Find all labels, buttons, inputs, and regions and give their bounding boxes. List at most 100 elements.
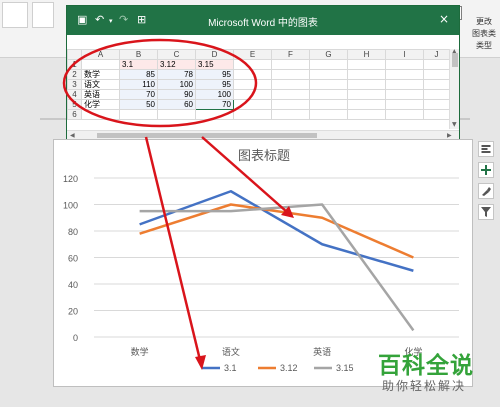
cell[interactable] bbox=[233, 89, 272, 100]
cell[interactable]: 50 bbox=[119, 99, 158, 110]
scroll-down-icon[interactable]: ▼ bbox=[452, 121, 457, 128]
cell[interactable] bbox=[385, 99, 424, 110]
excel-titlebar[interactable]: ▣ ↶ ▾ ↷ ⊞ Microsoft Word 中的图表 × bbox=[67, 6, 459, 35]
cell[interactable] bbox=[423, 79, 450, 90]
cell[interactable]: 3.12 bbox=[157, 59, 196, 70]
cell[interactable] bbox=[385, 59, 424, 70]
cell[interactable] bbox=[347, 99, 386, 110]
series-line-2[interactable] bbox=[139, 203, 415, 332]
cell[interactable] bbox=[309, 89, 348, 100]
cell[interactable] bbox=[81, 59, 120, 70]
scroll-thumb[interactable] bbox=[97, 133, 317, 138]
scroll-thumb[interactable] bbox=[452, 53, 458, 67]
chart-style-thumbnail[interactable] bbox=[2, 2, 28, 28]
cell[interactable] bbox=[119, 109, 158, 120]
cell[interactable] bbox=[271, 89, 310, 100]
cell[interactable] bbox=[309, 69, 348, 80]
cell[interactable] bbox=[309, 109, 348, 120]
select-all-corner[interactable] bbox=[67, 49, 82, 60]
cell[interactable] bbox=[271, 79, 310, 90]
chart-styles-icon[interactable] bbox=[478, 183, 494, 199]
row-header[interactable]: 4 bbox=[67, 89, 82, 100]
cell[interactable]: 95 bbox=[195, 69, 234, 80]
cell[interactable]: 100 bbox=[195, 89, 234, 100]
scroll-right-icon[interactable]: ▶ bbox=[447, 132, 452, 139]
cell[interactable]: 85 bbox=[119, 69, 158, 80]
cell[interactable]: 语文 bbox=[81, 79, 120, 90]
cell[interactable]: 70 bbox=[195, 99, 234, 110]
legend-label[interactable]: 3.12 bbox=[280, 363, 298, 373]
cell[interactable] bbox=[347, 89, 386, 100]
chart-elements-icon[interactable] bbox=[478, 162, 494, 178]
cell[interactable] bbox=[347, 59, 386, 70]
horizontal-scrollbar[interactable]: ◀ ▶ bbox=[67, 130, 459, 139]
cell[interactable]: 3.15 bbox=[195, 59, 234, 70]
column-header[interactable]: D bbox=[195, 49, 234, 60]
column-header[interactable]: B bbox=[119, 49, 158, 60]
cell[interactable]: 100 bbox=[157, 79, 196, 90]
cell[interactable] bbox=[233, 69, 272, 80]
cell[interactable] bbox=[385, 79, 424, 90]
cell[interactable] bbox=[347, 69, 386, 80]
cell[interactable]: 60 bbox=[157, 99, 196, 110]
cell[interactable] bbox=[423, 109, 450, 120]
row-header[interactable]: 5 bbox=[67, 99, 82, 110]
column-header[interactable]: E bbox=[233, 49, 272, 60]
chart-style-thumbnail[interactable] bbox=[32, 2, 54, 28]
column-header[interactable]: H bbox=[347, 49, 386, 60]
cell[interactable] bbox=[233, 59, 272, 70]
cell[interactable]: 3.1 bbox=[119, 59, 158, 70]
cell[interactable] bbox=[233, 109, 272, 120]
column-header[interactable]: F bbox=[271, 49, 310, 60]
cell[interactable] bbox=[233, 99, 272, 110]
cell[interactable] bbox=[347, 109, 386, 120]
cell[interactable] bbox=[423, 99, 450, 110]
column-header[interactable]: C bbox=[157, 49, 196, 60]
cell[interactable] bbox=[195, 109, 234, 120]
cell[interactable] bbox=[157, 109, 196, 120]
cell[interactable] bbox=[423, 69, 450, 80]
cell[interactable] bbox=[423, 59, 450, 70]
cell[interactable]: 110 bbox=[119, 79, 158, 90]
close-icon[interactable]: × bbox=[439, 12, 449, 26]
row-header[interactable]: 3 bbox=[67, 79, 82, 90]
excel-data-window[interactable]: ▣ ↶ ▾ ↷ ⊞ Microsoft Word 中的图表 × ABCDEFGH… bbox=[66, 5, 460, 139]
vertical-scrollbar[interactable]: ▲ ▼ bbox=[449, 48, 459, 129]
cell[interactable] bbox=[271, 59, 310, 70]
column-header[interactable]: J bbox=[423, 49, 450, 60]
cell[interactable]: 化学 bbox=[81, 99, 120, 110]
cell[interactable]: 78 bbox=[157, 69, 196, 80]
cell[interactable] bbox=[385, 69, 424, 80]
cell[interactable] bbox=[233, 79, 272, 90]
cell[interactable]: 90 bbox=[157, 89, 196, 100]
column-header[interactable]: I bbox=[385, 49, 424, 60]
legend-label[interactable]: 3.1 bbox=[224, 363, 237, 373]
cell[interactable] bbox=[81, 109, 120, 120]
cell[interactable] bbox=[309, 59, 348, 70]
column-header[interactable]: A bbox=[81, 49, 120, 60]
cell[interactable] bbox=[385, 89, 424, 100]
scroll-left-icon[interactable]: ◀ bbox=[70, 132, 75, 139]
spreadsheet-grid[interactable]: A B C D E F G H I J 1 3.1 3.12 3.15 2 数学 85 78 95 3 语文 110 100… bbox=[67, 49, 455, 120]
row-header[interactable]: 6 bbox=[67, 109, 82, 120]
cell[interactable]: 数学 bbox=[81, 69, 120, 80]
legend[interactable]: 3.1 3.12 3.15 bbox=[202, 363, 354, 373]
column-header[interactable]: G bbox=[309, 49, 348, 60]
legend-label[interactable]: 3.15 bbox=[336, 363, 354, 373]
cell[interactable] bbox=[347, 79, 386, 90]
cell[interactable]: 95 bbox=[195, 79, 234, 90]
layout-options-icon[interactable] bbox=[478, 141, 494, 157]
cell[interactable] bbox=[309, 99, 348, 110]
cell[interactable]: 英语 bbox=[81, 89, 120, 100]
row-header[interactable]: 1 bbox=[67, 59, 82, 70]
cell[interactable]: 70 bbox=[119, 89, 158, 100]
cell[interactable] bbox=[423, 89, 450, 100]
change-chart-type-button[interactable]: 更改 图表类 类型 bbox=[470, 16, 498, 52]
row-header[interactable]: 2 bbox=[67, 69, 82, 80]
chart-filter-icon[interactable] bbox=[478, 204, 494, 220]
cell[interactable] bbox=[271, 99, 310, 110]
cell[interactable] bbox=[271, 109, 310, 120]
cell[interactable] bbox=[309, 79, 348, 90]
cell[interactable] bbox=[271, 69, 310, 80]
cell[interactable] bbox=[385, 109, 424, 120]
